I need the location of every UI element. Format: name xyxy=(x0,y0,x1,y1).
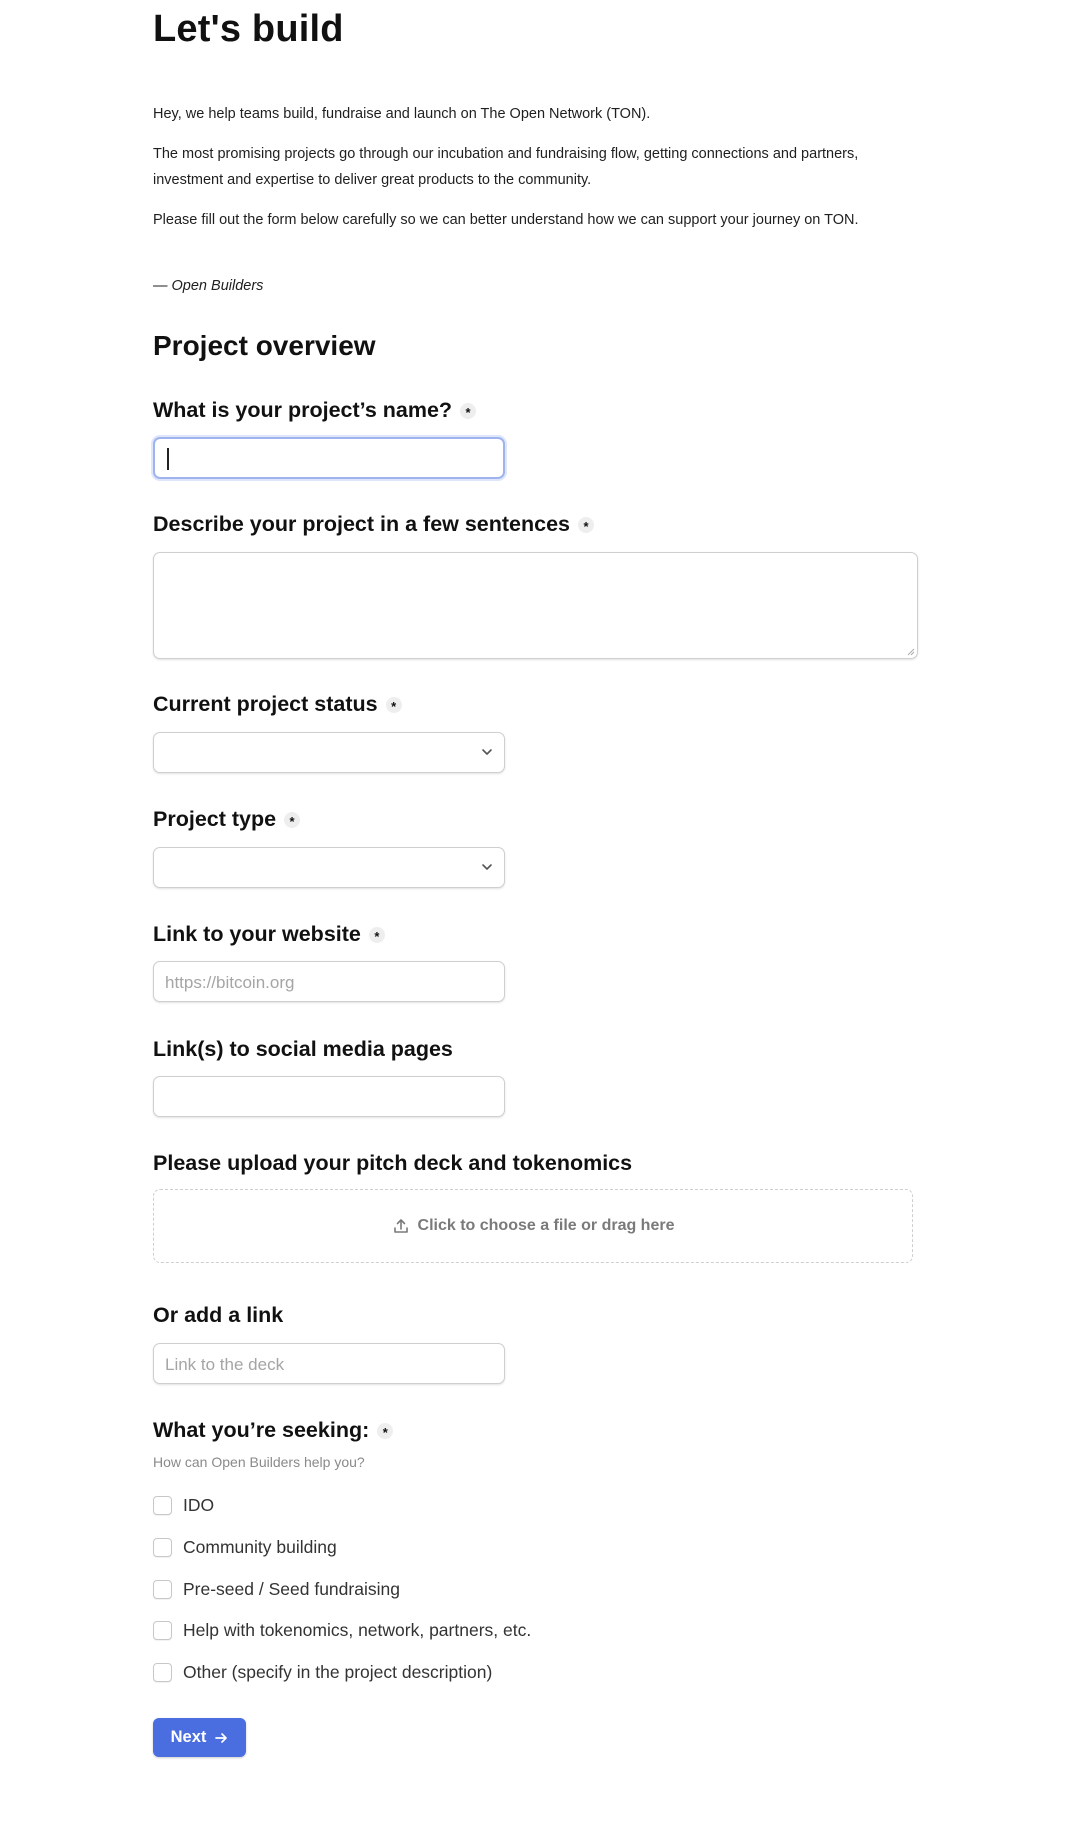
checkbox-label: Other (specify in the project descriptio… xyxy=(183,1662,493,1682)
chevron-down-icon xyxy=(482,864,492,870)
seeking-hint: How can Open Builders help you? xyxy=(153,1454,365,1470)
description-label-text: Describe your project in a few sentences xyxy=(153,512,571,536)
social-input[interactable] xyxy=(153,1076,505,1117)
type-select[interactable] xyxy=(153,847,505,888)
intro-signature: — Open Builders xyxy=(153,278,264,294)
checkbox[interactable] xyxy=(153,1496,172,1515)
description-textarea[interactable] xyxy=(153,552,918,659)
intro-paragraph-1: Hey, we help teams build, fundraise and … xyxy=(153,106,651,122)
checkbox-option-other[interactable]: Other (specify in the project descriptio… xyxy=(153,1662,492,1683)
website-label: Link to your website * xyxy=(153,922,385,947)
required-marker: * xyxy=(578,516,595,534)
checkbox-label: Community building xyxy=(183,1537,337,1557)
website-input[interactable]: https://bitcoin.org xyxy=(153,961,505,1002)
upload-icon xyxy=(393,1219,408,1233)
required-marker: * xyxy=(385,696,402,714)
checkbox[interactable] xyxy=(153,1621,172,1640)
intro-paragraph-3: Please fill out the form below carefully… xyxy=(153,212,859,228)
project-name-label-text: What is your project’s name? xyxy=(153,398,453,422)
deck-link-input[interactable]: Link to the deck xyxy=(153,1343,505,1384)
type-label: Project type * xyxy=(153,807,301,832)
checkbox-option-community[interactable]: Community building xyxy=(153,1537,337,1558)
project-name-label: What is your project’s name? * xyxy=(153,398,477,423)
chevron-down-icon xyxy=(482,749,492,755)
status-label: Current project status * xyxy=(153,692,402,717)
social-label: Link(s) to social media pages xyxy=(153,1037,453,1062)
resize-handle-icon[interactable] xyxy=(907,648,915,656)
dropzone-text: Click to choose a file or drag here xyxy=(417,1217,675,1234)
seeking-label: What you’re seeking: * xyxy=(153,1418,394,1443)
arrow-right-icon xyxy=(215,1732,228,1743)
deck-link-placeholder: Link to the deck xyxy=(165,1355,285,1374)
checkbox-option-tokenomics[interactable]: Help with tokenomics, network, partners,… xyxy=(153,1620,531,1641)
deck-link-label: Or add a link xyxy=(153,1303,283,1328)
checkbox-option-fundraising[interactable]: Pre-seed / Seed fundraising xyxy=(153,1579,400,1600)
checkbox-label: Pre-seed / Seed fundraising xyxy=(183,1579,400,1599)
type-label-text: Project type xyxy=(153,807,277,831)
status-label-text: Current project status xyxy=(153,692,378,716)
social-label-text: Link(s) to social media pages xyxy=(153,1037,453,1061)
checkbox-label: Help with tokenomics, network, partners,… xyxy=(183,1620,532,1640)
required-marker: * xyxy=(377,1422,394,1440)
text-caret xyxy=(167,448,169,470)
next-button-label: Next xyxy=(170,1728,207,1746)
file-dropzone[interactable]: Click to choose a file or drag here xyxy=(153,1189,913,1263)
deck-link-label-text: Or add a link xyxy=(153,1303,284,1327)
checkbox[interactable] xyxy=(153,1580,172,1599)
checkbox[interactable] xyxy=(153,1538,172,1557)
checkbox[interactable] xyxy=(153,1663,172,1682)
page: Let's build Hey, we help teams build, fu… xyxy=(0,0,1080,1831)
required-marker: * xyxy=(284,811,301,829)
website-label-text: Link to your website xyxy=(153,922,361,946)
upload-label-text: Please upload your pitch deck and tokeno… xyxy=(153,1151,633,1175)
status-select[interactable] xyxy=(153,732,505,773)
checkbox-label: IDO xyxy=(183,1495,215,1515)
upload-label: Please upload your pitch deck and tokeno… xyxy=(153,1151,632,1176)
project-name-input[interactable] xyxy=(153,437,505,479)
checkbox-option-ido[interactable]: IDO xyxy=(153,1495,214,1516)
page-title: Let's build xyxy=(153,8,344,50)
intro-paragraph-2: The most promising projects go through o… xyxy=(153,146,859,188)
website-placeholder: https://bitcoin.org xyxy=(165,973,295,992)
required-marker: * xyxy=(460,402,477,420)
section-title: Project overview xyxy=(153,330,376,361)
seeking-label-text: What you’re seeking: xyxy=(153,1418,370,1442)
required-marker: * xyxy=(368,926,385,944)
description-label: Describe your project in a few sentences… xyxy=(153,512,595,537)
next-button[interactable]: Next xyxy=(153,1718,246,1757)
